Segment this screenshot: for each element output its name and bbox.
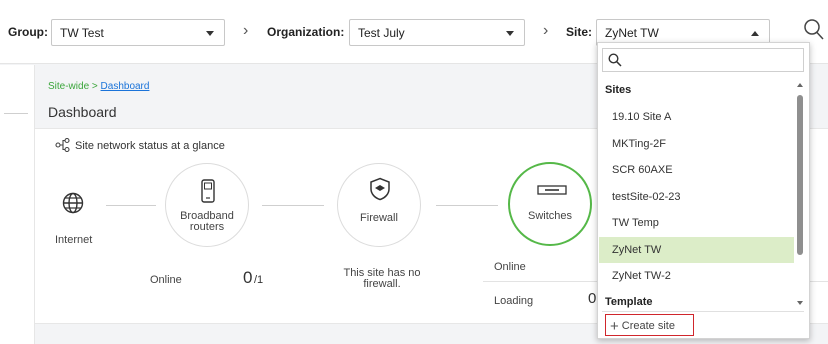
create-site-button[interactable]: + Create site <box>605 314 694 336</box>
organization-select[interactable]: Test July <box>349 19 525 46</box>
chevron-up-icon <box>751 31 759 36</box>
chevron-right-icon: › <box>243 22 249 39</box>
breadcrumb-dashboard-link[interactable]: Dashboard <box>101 81 150 92</box>
stats-divider <box>483 281 598 282</box>
internet-label: Internet <box>55 234 93 246</box>
site-label: Site: <box>566 25 593 39</box>
site-option[interactable]: 19.10 Site A <box>599 104 794 130</box>
no-firewall-line2: firewall. <box>363 278 401 290</box>
connector-line <box>106 205 156 206</box>
site-option[interactable]: testSite-02-23 <box>599 184 794 210</box>
sidebar-divider <box>4 113 28 114</box>
organization-label: Organization: <box>267 25 345 39</box>
plus-icon: + <box>610 318 619 335</box>
scroll-up-icon[interactable] <box>797 83 803 87</box>
group-label: Group: <box>8 25 48 39</box>
firewall-node[interactable]: Firewall <box>337 163 421 247</box>
router-icon <box>201 179 215 203</box>
card-title-text: Site network status at a glance <box>75 140 225 152</box>
search-icon[interactable] <box>803 18 825 42</box>
chevron-down-icon <box>506 31 514 36</box>
chevron-down-icon <box>206 31 214 36</box>
search-icon <box>608 53 622 67</box>
connector-line <box>262 205 324 206</box>
dropdown-divider <box>602 311 804 312</box>
group-select-value: TW Test <box>60 26 104 40</box>
card-title: Site network status at a glance <box>55 137 225 153</box>
switches-node[interactable]: Switches <box>508 162 592 246</box>
firewall-label: Firewall <box>360 212 398 224</box>
site-search-input[interactable] <box>602 48 804 72</box>
group-header-sites: Sites <box>605 84 632 96</box>
shield-icon <box>370 177 390 201</box>
topology-icon <box>55 137 70 153</box>
site-option[interactable]: MKTing-2F <box>599 131 794 157</box>
site-select-value: ZyNet TW <box>605 26 659 40</box>
organization-select-value: Test July <box>358 26 405 40</box>
stats-divider <box>810 281 828 282</box>
group-header-template: Template <box>605 296 653 308</box>
connector-line <box>436 205 498 206</box>
site-option[interactable]: SCR 60AXE <box>599 157 794 183</box>
globe-icon <box>62 192 84 214</box>
create-site-label: Create site <box>621 320 675 332</box>
switch-icon <box>537 185 567 195</box>
broadband-routers-node[interactable]: Broadband routers <box>165 163 249 247</box>
breadcrumb-prefix: Site-wide > <box>48 81 98 92</box>
switch-loading-count: 0 <box>588 290 597 307</box>
scrollbar-thumb[interactable] <box>797 95 803 255</box>
site-option[interactable]: ZyNet TW-2 <box>599 263 794 289</box>
site-option[interactable]: TW Temp <box>599 210 794 236</box>
chevron-right-icon: › <box>543 22 549 39</box>
breadcrumb: Site-wide > Dashboard <box>48 81 149 92</box>
scroll-down-icon[interactable] <box>797 301 803 305</box>
online-count: 0 <box>243 268 253 287</box>
left-sidebar <box>0 65 35 344</box>
routers-label: routers <box>189 221 225 233</box>
online-total: /1 <box>254 274 264 286</box>
online-label: Online <box>150 274 182 286</box>
site-dropdown: Sites 19.10 Site A MKTing-2F SCR 60AXE t… <box>597 42 810 339</box>
dropdown-scrollbar[interactable] <box>797 83 803 305</box>
switches-label: Switches <box>527 210 573 222</box>
switch-online-label: Online <box>494 261 526 273</box>
site-option-selected[interactable]: ZyNet TW <box>599 237 794 263</box>
group-select[interactable]: TW Test <box>51 19 225 46</box>
switch-loading-label: Loading <box>494 295 534 307</box>
page-title: Dashboard <box>48 104 117 120</box>
